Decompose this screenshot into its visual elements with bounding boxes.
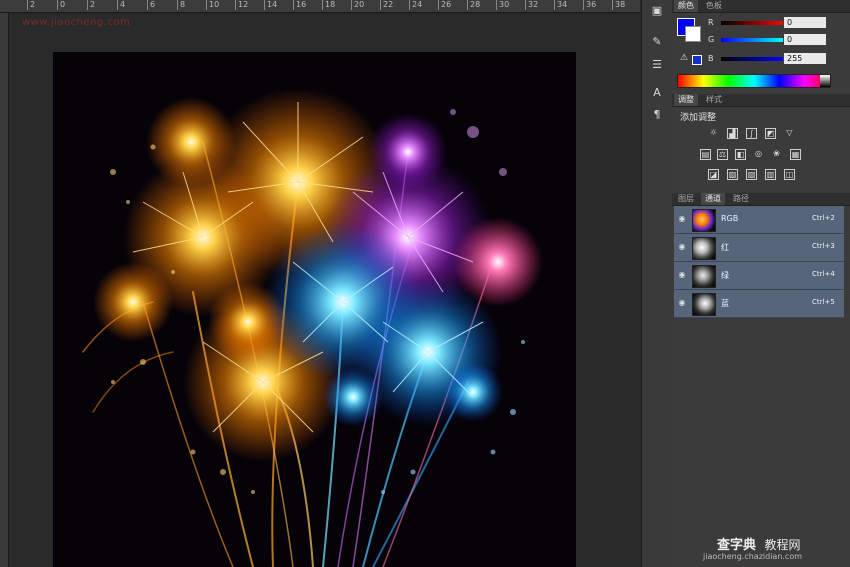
eye-icon[interactable]: ◉ [677, 271, 687, 279]
ruler-label: 22 [380, 0, 393, 10]
tab-swatches[interactable]: 色板 [702, 0, 726, 12]
ruler-label: 2 [27, 0, 35, 10]
gradient-map-icon[interactable]: ▥ [765, 169, 776, 180]
channel-thumbnail [692, 293, 716, 316]
channel-shortcut: Ctrl+2 [812, 214, 835, 222]
threshold-icon[interactable]: ▧ [746, 169, 757, 180]
ruler-label: 18 [322, 0, 335, 10]
channel-thumbnail [692, 237, 716, 260]
ruler-label: 38 [612, 0, 625, 10]
eye-icon[interactable]: ◉ [677, 215, 687, 223]
photo-filter-icon[interactable]: ◎ [753, 149, 764, 160]
channel-shortcut: Ctrl+4 [812, 270, 835, 278]
channel-name: 蓝 [721, 299, 729, 308]
channel-name: 红 [721, 243, 729, 252]
ruler-label: 6 [147, 0, 155, 10]
ruler-label: 34 [554, 0, 567, 10]
color-lookup-icon[interactable]: ▦ [790, 149, 801, 160]
channel-thumbnail [692, 265, 716, 288]
panel-icon-strip: ▣ ✎ ☰ A ¶ [641, 0, 673, 567]
right-panels: 颜色 色板 ⚠ R 0 G 0 B 255 调整 样式 添加调整 ☼ ▟ ∫ ◩… [672, 0, 850, 567]
channel-name: 绿 [721, 271, 729, 280]
channel-row-green[interactable]: ◉ 绿 Ctrl+4 [674, 262, 844, 290]
ruler-label: 16 [293, 0, 306, 10]
fireworks-image [53, 52, 576, 567]
cube-icon[interactable]: ▣ [649, 4, 665, 18]
ruler-label: 24 [409, 0, 422, 10]
invert-icon[interactable]: ◪ [708, 169, 719, 180]
channel-value-field[interactable]: 0 [784, 17, 826, 28]
channel-slider-g: G 0 [676, 34, 846, 46]
ruler-label: 4 [117, 0, 125, 10]
channels-panel-tabs: 图层 通道 路径 [672, 193, 850, 206]
document-canvas[interactable] [53, 52, 576, 567]
tab-adjustments[interactable]: 调整 [674, 94, 698, 106]
ruler-label: 14 [264, 0, 277, 10]
ruler-label: 10 [206, 0, 219, 10]
channel-name: RGB [721, 214, 739, 223]
exposure-icon[interactable]: ◩ [765, 128, 776, 139]
eye-icon[interactable]: ◉ [677, 299, 687, 307]
channel-row-red[interactable]: ◉ 红 Ctrl+3 [674, 234, 844, 262]
eye-icon[interactable]: ◉ [677, 243, 687, 251]
brush-icon[interactable]: ✎ [649, 35, 665, 49]
black-white-icon[interactable]: ◧ [735, 149, 746, 160]
paragraph-icon[interactable]: ¶ [649, 108, 665, 122]
tab-paths[interactable]: 路径 [729, 193, 753, 205]
color-spectrum-bar[interactable] [677, 74, 831, 88]
channel-label: R [708, 18, 714, 27]
channel-row-blue[interactable]: ◉ 蓝 Ctrl+5 [674, 290, 844, 318]
channel-label: B [708, 54, 714, 63]
channel-label: G [708, 35, 715, 44]
slider-track[interactable] [721, 57, 783, 61]
adjustments-panel-tabs: 调整 样式 [672, 94, 850, 107]
vertical-ruler [0, 13, 9, 567]
watermark-url: jiaocheng.chazidian.com [703, 552, 803, 561]
adjustments-title: 添加调整 [680, 113, 717, 123]
ruler-label: 0 [57, 0, 65, 10]
ruler-label: 28 [467, 0, 480, 10]
ruler-label: 20 [351, 0, 364, 10]
character-icon[interactable]: A [649, 86, 665, 100]
levels-icon[interactable]: ▟ [727, 128, 738, 139]
ruler-label: 12 [235, 0, 248, 10]
channel-shortcut: Ctrl+5 [812, 298, 835, 306]
selective-color-icon[interactable]: ◫ [784, 169, 795, 180]
ruler-label: 2 [87, 0, 95, 10]
channel-slider-b: B 255 [676, 53, 846, 65]
sliders-icon[interactable]: ☰ [649, 58, 665, 72]
watermark-logo: 查字典 教程网 [717, 534, 801, 553]
watermark-text: www.jiaocheng.com [22, 17, 131, 28]
ruler-label: 26 [438, 0, 451, 10]
channel-shortcut: Ctrl+3 [812, 242, 835, 250]
channel-mixer-icon[interactable]: ❀ [771, 149, 782, 160]
hue-saturation-icon[interactable]: ▤ [700, 149, 711, 160]
tab-channels[interactable]: 通道 [701, 193, 725, 205]
tab-color[interactable]: 颜色 [674, 0, 698, 12]
horizontal-ruler: 2 0 2 4 6 8 10 12 14 16 18 20 22 24 26 2… [0, 0, 640, 13]
ruler-label: 32 [525, 0, 538, 10]
channel-value-field[interactable]: 255 [784, 53, 826, 64]
ruler-label: 8 [177, 0, 185, 10]
slider-track[interactable] [721, 21, 783, 25]
tab-layers[interactable]: 图层 [674, 193, 698, 205]
ruler-label: 36 [583, 0, 596, 10]
channel-thumbnail [692, 209, 716, 232]
watermark-suffix: 教程网 [764, 538, 801, 552]
posterize-icon[interactable]: ▨ [727, 169, 738, 180]
channel-row-rgb[interactable]: ◉ RGB Ctrl+2 [674, 206, 844, 234]
tab-styles[interactable]: 样式 [702, 94, 726, 106]
color-balance-icon[interactable]: ⚖ [717, 149, 728, 160]
slider-track[interactable] [721, 38, 783, 42]
watermark-main: 查字典 [717, 538, 757, 553]
channel-slider-r: R 0 [676, 17, 846, 29]
ruler-label: 30 [496, 0, 509, 10]
channel-value-field[interactable]: 0 [784, 34, 826, 45]
curves-icon[interactable]: ∫ [746, 128, 757, 139]
color-panel-tabs: 颜色 色板 [672, 0, 850, 13]
vibrance-icon[interactable]: ▽ [784, 128, 795, 139]
brightness-icon[interactable]: ☼ [708, 128, 719, 139]
